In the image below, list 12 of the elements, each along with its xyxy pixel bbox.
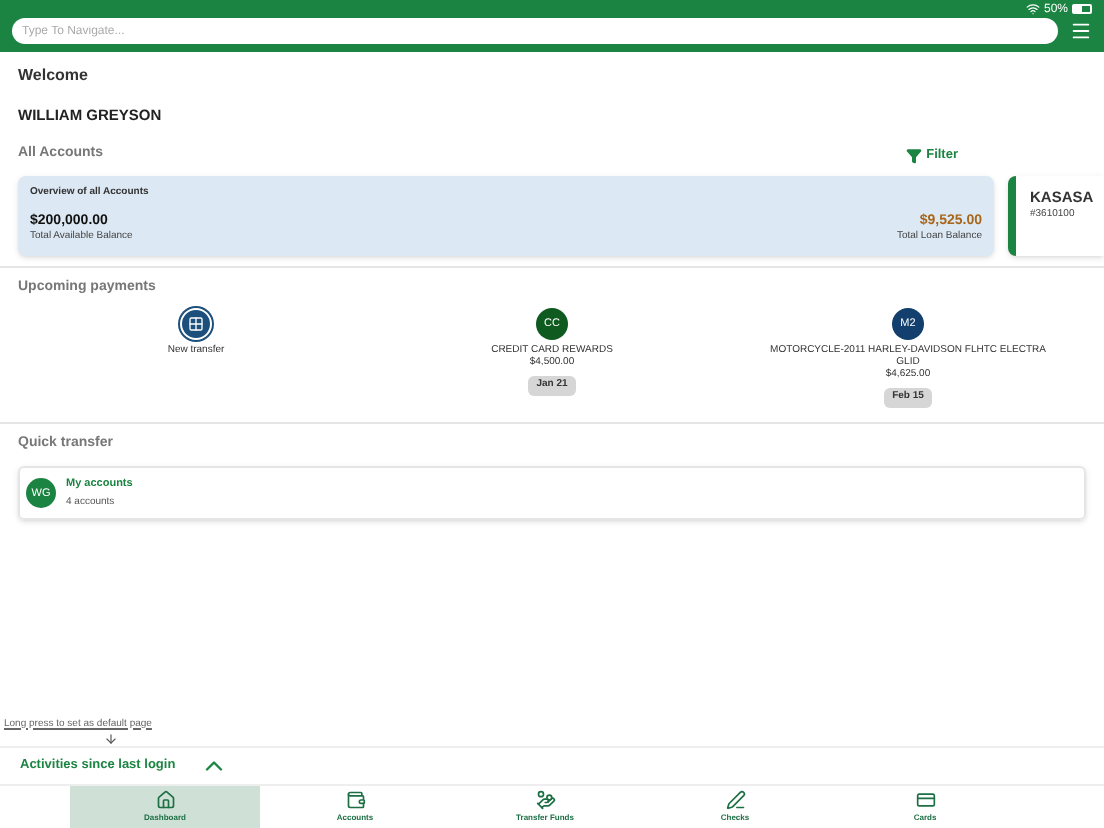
grid-icon[interactable] [180, 308, 212, 341]
house-icon [155, 790, 175, 810]
hand-coins-icon [535, 790, 555, 810]
welcome-text: Welcome [18, 64, 90, 88]
card-icon [915, 790, 935, 810]
arrow-down-icon [104, 732, 118, 746]
battery-icon [1072, 4, 1092, 14]
filter-icon [906, 147, 923, 163]
wifi-icon [1025, 2, 1040, 16]
menu-icon[interactable] [1070, 20, 1092, 42]
pen-icon [725, 790, 745, 810]
wallet-icon [345, 790, 365, 810]
